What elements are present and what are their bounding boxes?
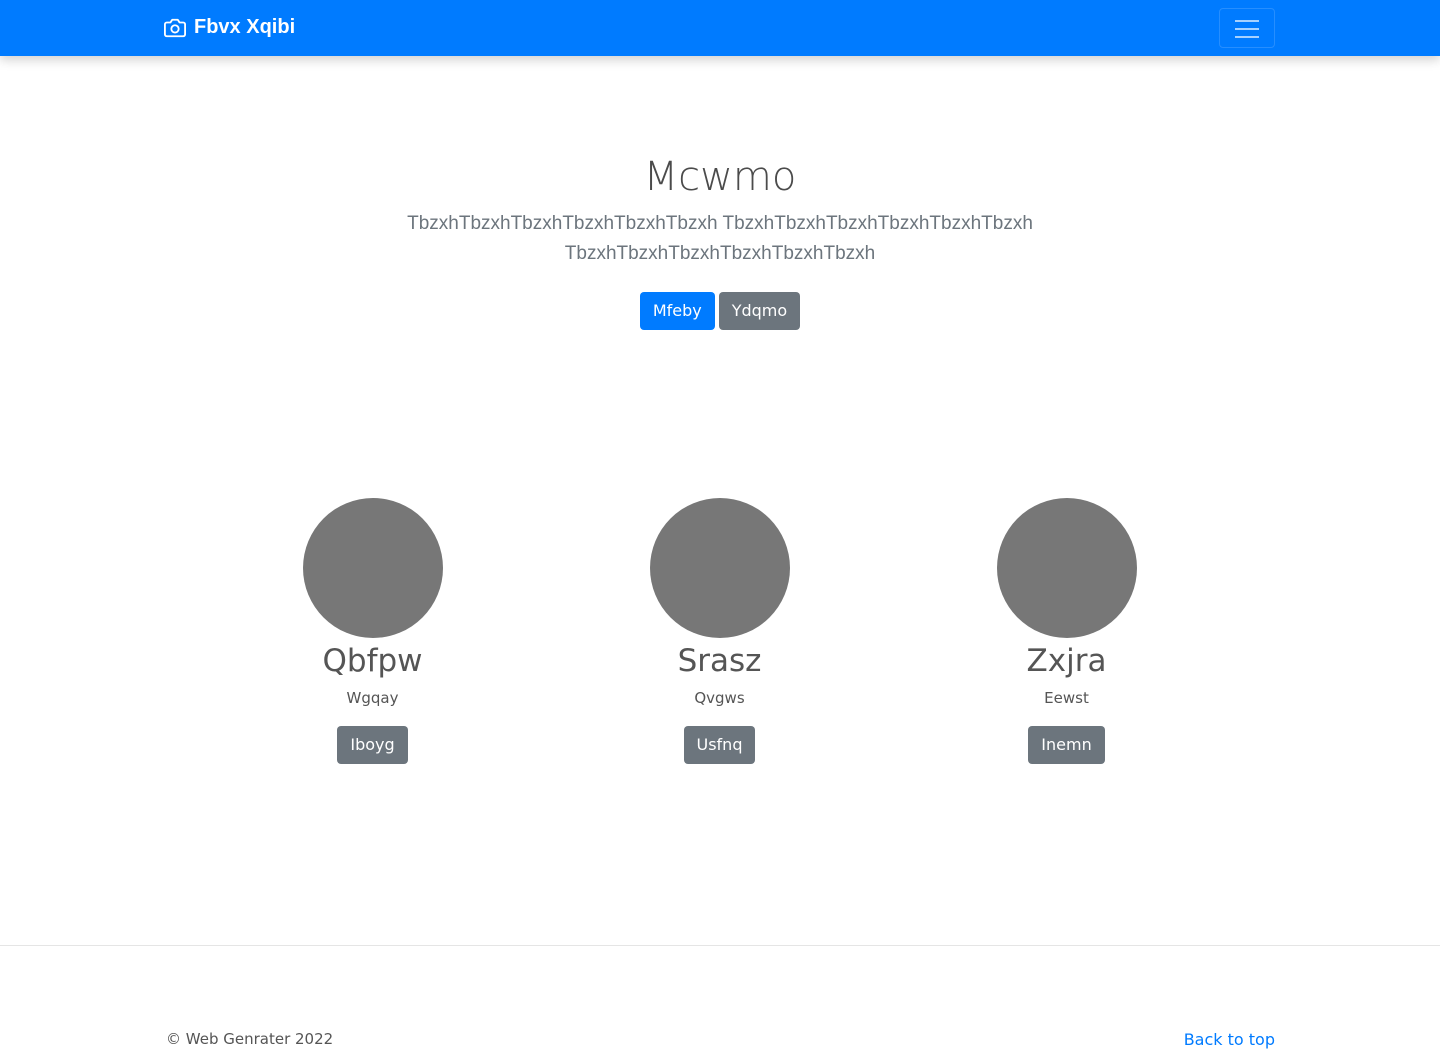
hero-title: Mcwmo [643, 154, 797, 200]
member-role: Wgqay [346, 689, 399, 707]
member-name: Qbfpw [322, 643, 423, 679]
member-role: Eewst [1044, 689, 1089, 707]
brand-label: Fbvx Xqibi [194, 16, 296, 38]
member-button[interactable]: Inemn [1028, 726, 1105, 764]
member-card: Qbfpw Wgqay Iboyg [199, 498, 546, 764]
hero-buttons: Mfeby Ydqmo [0, 292, 1440, 330]
avatar [996, 498, 1137, 638]
footer-divider [0, 945, 1440, 946]
camera-icon [164, 18, 186, 37]
hero-lead: TbzxhTbzxhTbzxhTbzxhTbzxhTbzxh TbzxhTbzx… [407, 213, 1033, 264]
member-button[interactable]: Iboyg [337, 726, 408, 764]
secondary-cta-button[interactable]: Ydqmo [718, 292, 801, 330]
avatar [302, 498, 443, 638]
copyright-text: © Web Genrater 2022 [166, 1030, 334, 1048]
primary-cta-button[interactable]: Mfeby [639, 292, 715, 330]
navbar: Fbvx Xqibi [0, 0, 1440, 56]
avatar [649, 498, 790, 638]
brand-link[interactable]: Fbvx Xqibi [164, 16, 295, 39]
member-card: Srasz Qvgws Usfnq [546, 498, 893, 764]
back-to-top-link[interactable]: Back to top [1184, 1030, 1275, 1049]
member-role: Qvgws [694, 689, 745, 707]
member-card: Zxjra Eewst Inemn [893, 498, 1240, 764]
menu-toggle-button[interactable] [1219, 8, 1275, 48]
member-button[interactable]: Usfnq [683, 726, 756, 764]
member-name: Zxjra [1026, 643, 1107, 679]
member-name: Srasz [677, 643, 762, 679]
